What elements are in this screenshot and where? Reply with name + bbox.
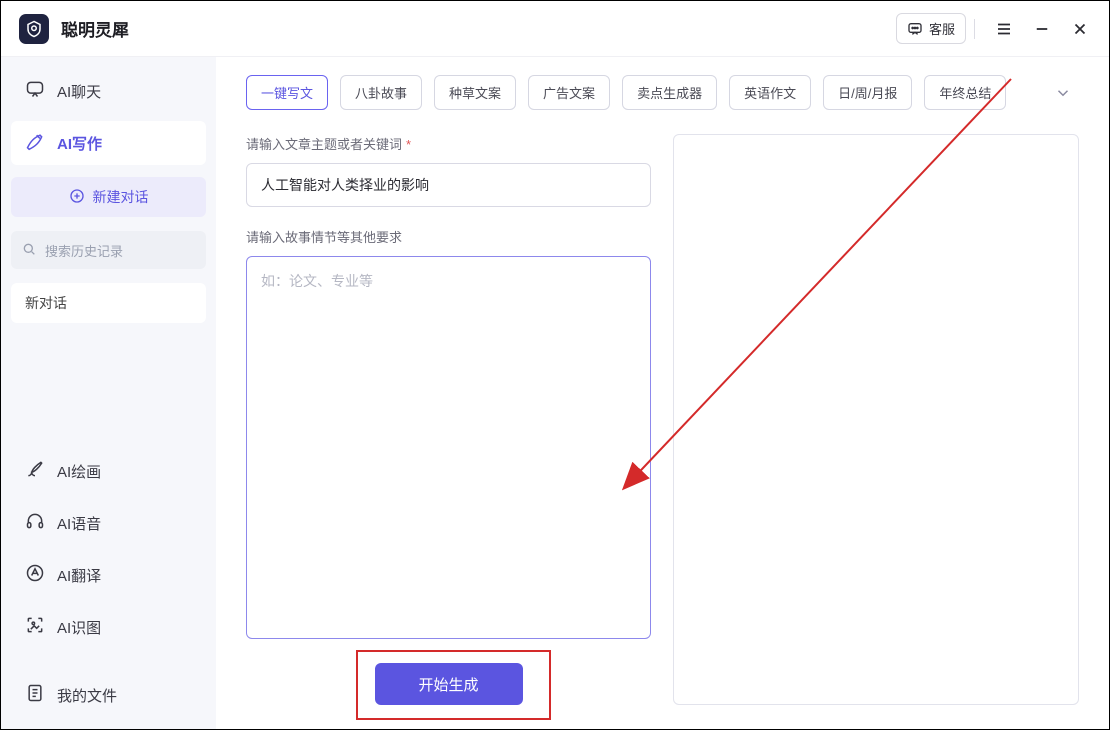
required-star: * xyxy=(406,137,411,152)
new-chat-label: 新建对话 xyxy=(93,187,149,207)
sidebar-item-label: AI语音 xyxy=(57,513,101,534)
menu-icon[interactable] xyxy=(987,12,1021,46)
history-item[interactable]: 新对话 xyxy=(11,283,206,323)
sidebar-item-label: AI绘画 xyxy=(57,461,101,482)
minimize-icon[interactable] xyxy=(1025,12,1059,46)
sidebar-item-ocr[interactable]: AI识图 xyxy=(11,605,206,649)
sidebar-item-label: AI识图 xyxy=(57,617,101,638)
topic-label: 请输入文章主题或者关键词* xyxy=(246,134,651,153)
sidebar-item-write[interactable]: AI写作 xyxy=(11,121,206,165)
chat-icon xyxy=(25,79,45,103)
sidebar-item-label: AI翻译 xyxy=(57,565,101,586)
file-icon xyxy=(25,683,45,707)
pen-icon xyxy=(25,131,45,155)
customer-service-label: 客服 xyxy=(929,19,955,38)
new-chat-button[interactable]: 新建对话 xyxy=(11,177,206,217)
tab-report[interactable]: 日/周/月报 xyxy=(823,75,912,110)
search-placeholder: 搜索历史记录 xyxy=(45,241,123,260)
sidebar-item-label: 我的文件 xyxy=(57,685,117,706)
sidebar-item-label: AI聊天 xyxy=(57,81,101,102)
tab-seeding[interactable]: 种草文案 xyxy=(434,75,516,110)
image-scan-icon xyxy=(25,615,45,639)
sidebar-item-voice[interactable]: AI语音 xyxy=(11,501,206,545)
details-label: 请输入故事情节等其他要求 xyxy=(246,227,651,246)
plus-circle-icon xyxy=(69,188,85,207)
search-input-wrap[interactable]: 搜索历史记录 xyxy=(11,231,206,269)
details-textarea[interactable] xyxy=(246,256,651,639)
close-icon[interactable] xyxy=(1063,12,1097,46)
tab-ad[interactable]: 广告文案 xyxy=(528,75,610,110)
topic-input[interactable] xyxy=(246,163,651,207)
titlebar-separator xyxy=(974,19,975,39)
translate-icon xyxy=(25,563,45,587)
titlebar: 聪明灵犀 客服 xyxy=(1,1,1109,57)
writing-tabs: 一键写文 八卦故事 种草文案 广告文案 卖点生成器 英语作文 日/周/月报 年终… xyxy=(246,75,1079,110)
output-panel xyxy=(673,134,1079,705)
generate-button[interactable]: 开始生成 xyxy=(375,663,523,705)
tab-oneclick[interactable]: 一键写文 xyxy=(246,75,328,110)
sidebar: AI聊天 AI写作 新建对话 搜索历史记录 新对话 xyxy=(1,57,216,729)
form-column: 请输入文章主题或者关键词* 请输入故事情节等其他要求 开始生成 xyxy=(246,134,651,705)
headphones-icon xyxy=(25,511,45,535)
app-logo xyxy=(19,14,49,44)
tabs-expand-button[interactable] xyxy=(1047,77,1079,109)
app-title: 聪明灵犀 xyxy=(61,16,129,41)
tab-gossip[interactable]: 八卦故事 xyxy=(340,75,422,110)
sidebar-item-translate[interactable]: AI翻译 xyxy=(11,553,206,597)
main-panel: 一键写文 八卦故事 种草文案 广告文案 卖点生成器 英语作文 日/周/月报 年终… xyxy=(216,57,1109,729)
sidebar-item-draw[interactable]: AI绘画 xyxy=(11,449,206,493)
history-item-label: 新对话 xyxy=(25,293,67,313)
brush-icon xyxy=(25,459,45,483)
sidebar-item-label: AI写作 xyxy=(57,133,102,154)
tab-english[interactable]: 英语作文 xyxy=(729,75,811,110)
tab-yearend[interactable]: 年终总结 xyxy=(924,75,1006,110)
sidebar-item-files[interactable]: 我的文件 xyxy=(11,673,206,717)
sidebar-item-chat[interactable]: AI聊天 xyxy=(11,69,206,113)
tab-sellpoint[interactable]: 卖点生成器 xyxy=(622,75,717,110)
customer-service-button[interactable]: 客服 xyxy=(896,13,966,44)
search-icon xyxy=(21,241,37,260)
